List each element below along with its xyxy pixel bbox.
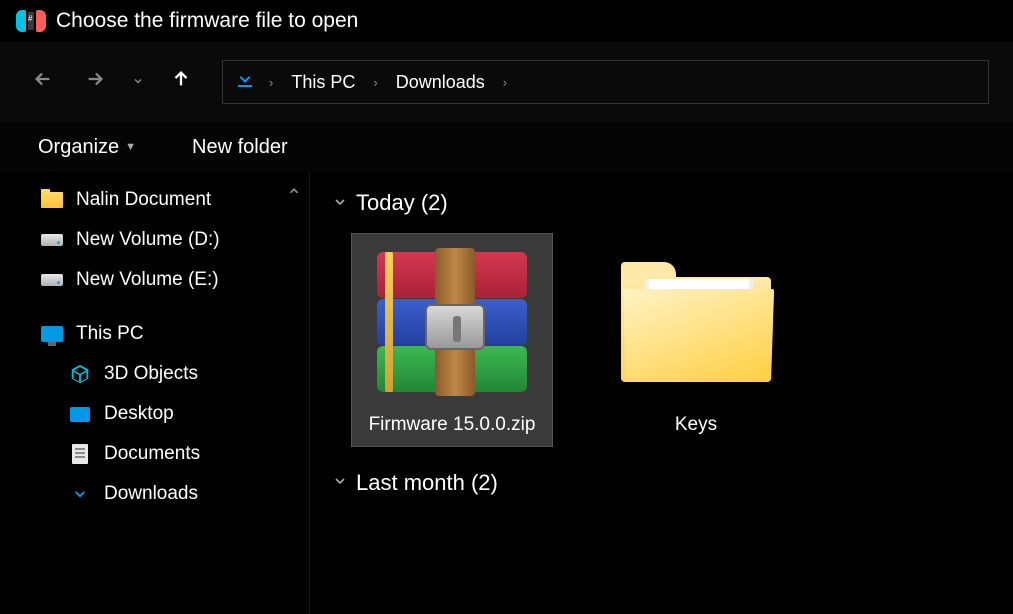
breadcrumb-separator[interactable]: ›	[499, 75, 511, 90]
breadcrumb-downloads[interactable]: Downloads	[390, 66, 491, 99]
sidebar-item-label: Desktop	[104, 403, 174, 425]
title-bar: Choose the firmware file to open	[0, 0, 1013, 42]
cube-icon	[68, 362, 92, 386]
sidebar-item-desktop[interactable]: Desktop	[0, 394, 309, 434]
folder-icon	[40, 188, 64, 212]
sidebar: Nalin Document New Volume (D:) New Volum…	[0, 172, 310, 614]
window-title: Choose the firmware file to open	[56, 9, 358, 33]
file-list[interactable]: Today (2) Firmware 15.0.0.zip	[310, 172, 1013, 614]
download-icon	[68, 482, 92, 506]
group-header-today[interactable]: Today (2)	[332, 190, 991, 216]
sidebar-item-3d-objects[interactable]: 3D Objects	[0, 354, 309, 394]
toolbar: Organize ▼ New folder	[0, 122, 1013, 172]
group-label: Today (2)	[356, 190, 448, 216]
file-firmware-zip[interactable]: Firmware 15.0.0.zip	[352, 234, 552, 446]
sidebar-item-nalin-document[interactable]: Nalin Document	[0, 180, 309, 220]
sidebar-item-label: Documents	[104, 443, 200, 465]
drive-icon	[40, 228, 64, 252]
chevron-down-icon	[332, 194, 348, 213]
app-icon	[16, 10, 46, 32]
scroll-up-icon[interactable]	[287, 184, 301, 201]
sidebar-item-downloads[interactable]: Downloads	[0, 474, 309, 514]
drive-icon	[40, 268, 64, 292]
sidebar-item-label: New Volume (D:)	[76, 229, 220, 251]
sidebar-item-label: 3D Objects	[104, 363, 198, 385]
sidebar-item-label: Downloads	[104, 483, 198, 505]
sidebar-item-label: Nalin Document	[76, 189, 211, 211]
downloads-icon	[233, 67, 257, 97]
file-label: Keys	[675, 412, 717, 438]
forward-button[interactable]	[76, 62, 114, 102]
back-button[interactable]	[24, 62, 62, 102]
file-label: Firmware 15.0.0.zip	[369, 412, 536, 438]
sidebar-item-volume-e[interactable]: New Volume (E:)	[0, 260, 309, 300]
sidebar-item-label: This PC	[76, 323, 144, 345]
main-area: Nalin Document New Volume (D:) New Volum…	[0, 172, 1013, 614]
group-label: Last month (2)	[356, 470, 498, 496]
new-folder-button[interactable]: New folder	[192, 136, 288, 159]
sidebar-item-this-pc[interactable]: This PC	[0, 314, 309, 354]
file-keys-folder[interactable]: Keys	[596, 234, 796, 446]
sidebar-item-volume-d[interactable]: New Volume (D:)	[0, 220, 309, 260]
breadcrumb-separator[interactable]: ›	[265, 75, 277, 90]
desktop-icon	[68, 402, 92, 426]
chevron-down-icon	[332, 473, 348, 492]
recent-dropdown[interactable]	[128, 69, 148, 96]
monitor-icon	[40, 322, 64, 346]
sidebar-item-label: New Volume (E:)	[76, 269, 219, 291]
navigation-bar: › This PC › Downloads ›	[0, 42, 1013, 122]
group-header-last-month[interactable]: Last month (2)	[332, 470, 991, 496]
address-bar[interactable]: › This PC › Downloads ›	[222, 60, 989, 104]
breadcrumb-separator[interactable]: ›	[369, 75, 381, 90]
organize-button[interactable]: Organize ▼	[38, 136, 136, 159]
file-grid: Firmware 15.0.0.zip Keys	[332, 234, 991, 446]
breadcrumb-this-pc[interactable]: This PC	[285, 66, 361, 99]
sidebar-item-documents[interactable]: Documents	[0, 434, 309, 474]
chevron-down-icon: ▼	[125, 141, 136, 153]
rar-archive-icon	[372, 242, 532, 402]
up-button[interactable]	[162, 62, 200, 102]
folder-icon	[616, 242, 776, 402]
document-icon	[68, 442, 92, 466]
